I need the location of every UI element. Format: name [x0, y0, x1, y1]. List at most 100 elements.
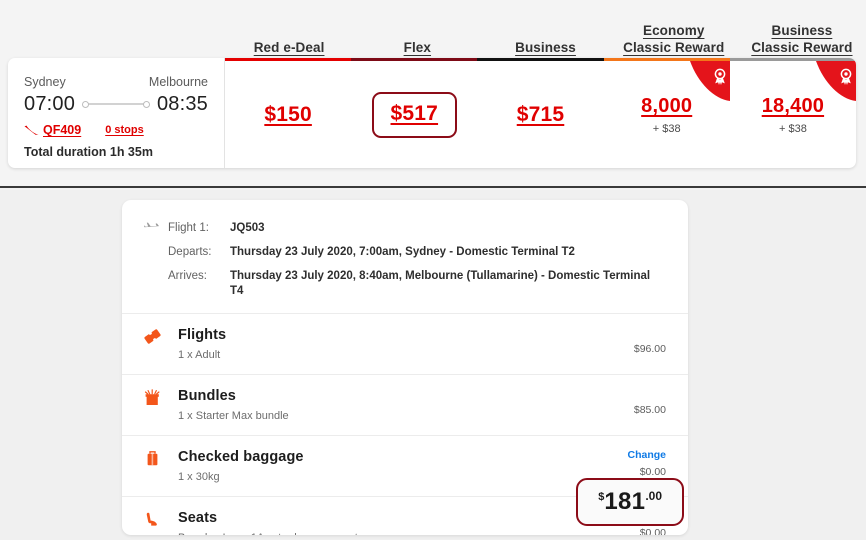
fare-heading-3[interactable]: Economy Classic Reward — [610, 0, 738, 62]
fare-cell-red-e-deal[interactable]: $150 — [225, 58, 352, 168]
fare-heading-link[interactable]: Business Classic Reward — [751, 22, 852, 56]
classic-reward-ribbon — [688, 61, 730, 101]
fare-heading-0[interactable]: Red e-Deal — [225, 0, 353, 62]
item-right: $85.00 — [604, 387, 666, 417]
fare-heading-line2: Classic Reward — [623, 40, 725, 55]
departs-row: Departs: Thursday 23 July 2020, 7:00am, … — [144, 245, 666, 260]
item-amount: $96.00 — [633, 343, 666, 355]
fare-price[interactable]: 18,400 — [762, 95, 824, 118]
list-item: Flights 1 x Adult $96.00 — [122, 313, 688, 374]
suitcase-icon-glyph — [147, 451, 158, 466]
fare-price-surcharge: + $38 — [778, 123, 807, 135]
seat-icon — [144, 509, 178, 533]
item-text: Bundles 1 x Starter Max bundle — [178, 387, 604, 423]
fare-cell-business[interactable]: $715 — [477, 58, 604, 168]
item-title: Seats — [178, 510, 218, 526]
flight-number-link[interactable]: QF409 — [43, 123, 81, 137]
plane-icon-glyph — [144, 222, 159, 228]
total-integer: 181 — [604, 488, 646, 515]
item-subtitle: 1 x Adult — [178, 349, 221, 361]
booking-detail-card: Flight 1: JQ503 Departs: Thursday 23 Jul… — [122, 200, 688, 535]
route-dot-origin — [82, 100, 90, 108]
booking-summary-page: Red e-Deal Flex Business Economy Classic … — [0, 0, 866, 540]
fare-heading-link[interactable]: Business — [515, 39, 576, 56]
flight-results-card: Sydney Melbourne 07:00 08:35 QF409 0 sto… — [8, 58, 856, 168]
seat-icon-glyph — [146, 512, 157, 526]
item-text: Flights 1 x Adult — [178, 326, 604, 362]
item-subtitle: 1 x Starter Max bundle — [178, 410, 289, 422]
fare-heading-line1: Economy — [642, 23, 705, 38]
arrival-time: 08:35 — [156, 93, 208, 115]
selected-fare-box[interactable]: $517 — [371, 92, 458, 138]
route-dot-destination — [142, 100, 150, 108]
qantas-logo-icon — [24, 125, 39, 135]
bundle-icon — [144, 387, 178, 411]
fare-heading-2[interactable]: Business — [481, 0, 609, 62]
item-text: Seats Brandon Loo - 1A extra legroom sea… — [178, 509, 604, 535]
fare-accent-bar — [729, 58, 856, 61]
fare-price-surcharge: + $38 — [652, 123, 681, 135]
total-decimals: .00 — [645, 489, 662, 503]
booking-detail-section: Flight 1: JQ503 Departs: Thursday 23 Jul… — [0, 190, 866, 540]
total-duration: Total duration 1h 35m — [24, 145, 153, 159]
fare-heading-line1: Business — [771, 23, 833, 38]
fare-heading-line1: Business — [515, 40, 576, 55]
fare-cell-flex[interactable]: $517 — [351, 58, 478, 168]
fare-accent-bar — [225, 58, 352, 61]
fare-heading-line2: Classic Reward — [751, 40, 853, 55]
ticket-icon — [144, 326, 178, 350]
item-right: $96.00 — [604, 326, 666, 356]
itinerary-summary: Sydney Melbourne 07:00 08:35 QF409 0 sto… — [8, 58, 225, 168]
total-amount: $181.00 — [598, 490, 662, 514]
change-baggage-link[interactable]: Change — [604, 448, 666, 462]
fare-accent-bar — [603, 58, 730, 61]
itinerary-times: 07:00 08:35 — [24, 91, 208, 117]
arrives-value: Thursday 23 July 2020, 8:40am, Melbourne… — [230, 270, 651, 297]
item-title: Checked baggage — [178, 449, 304, 465]
item-right: Change $0.00 — [604, 448, 666, 479]
stops-link[interactable]: 0 stops — [105, 124, 144, 136]
arrives-label: Arrives: — [168, 270, 207, 282]
route-line — [82, 99, 150, 109]
item-title: Bundles — [178, 388, 236, 404]
fare-accent-bar — [477, 58, 604, 61]
item-text: Checked baggage 1 x 30kg — [178, 448, 604, 484]
fare-heading-link[interactable]: Economy Classic Reward — [623, 22, 724, 56]
fare-accent-bar — [351, 58, 478, 61]
fare-heading-line1: Red e-Deal — [253, 40, 325, 55]
flight-number-row: Flight 1: JQ503 — [144, 218, 666, 236]
fare-selection-section: Red e-Deal Flex Business Economy Classic … — [0, 0, 866, 188]
item-amount: $85.00 — [633, 404, 666, 416]
fare-price-cells: $150 $517 $715 8,000 + $38 18,400 + $38 — [225, 58, 856, 168]
fare-price[interactable]: $715 — [517, 103, 565, 127]
fare-heading-link[interactable]: Red e-Deal — [254, 39, 325, 56]
flight-value: JQ503 — [230, 222, 265, 234]
itinerary-meta: QF409 0 stops — [24, 123, 208, 137]
destination-city: Melbourne — [148, 75, 208, 89]
fare-cell-economy-classic-reward[interactable]: 8,000 + $38 — [603, 58, 730, 168]
origin-city: Sydney — [24, 75, 66, 89]
fare-heading-link[interactable]: Flex — [404, 39, 431, 56]
fare-cell-business-classic-reward[interactable]: 18,400 + $38 — [729, 58, 856, 168]
item-subtitle: 1 x 30kg — [178, 471, 220, 483]
item-subtitle: Brandon Loo - 1A extra legroom seat — [178, 531, 604, 535]
fare-heading-line1: Flex — [403, 40, 432, 55]
award-ribbon-icon — [689, 61, 730, 101]
item-amount: $0.00 — [639, 527, 666, 535]
departure-time: 07:00 — [24, 93, 76, 115]
fare-price[interactable]: 8,000 — [641, 95, 692, 118]
flight-detail-block: Flight 1: JQ503 Departs: Thursday 23 Jul… — [122, 200, 688, 313]
itinerary-cities: Sydney Melbourne — [24, 74, 208, 90]
fare-price[interactable]: $517 — [391, 102, 439, 125]
fare-heading-4[interactable]: Business Classic Reward — [738, 0, 866, 62]
departs-value: Thursday 23 July 2020, 7:00am, Sydney - … — [230, 246, 575, 258]
suitcase-icon — [144, 448, 178, 472]
fare-heading-1[interactable]: Flex — [353, 0, 481, 62]
bundle-icon-glyph — [144, 389, 160, 405]
total-amount-box: $181.00 — [576, 478, 684, 526]
fare-price[interactable]: $150 — [264, 103, 312, 127]
fare-column-headings: Red e-Deal Flex Business Economy Classic … — [225, 0, 866, 62]
item-title: Flights — [178, 327, 227, 343]
ticket-icon-glyph — [144, 329, 161, 344]
list-item: Bundles 1 x Starter Max bundle $85.00 — [122, 374, 688, 435]
